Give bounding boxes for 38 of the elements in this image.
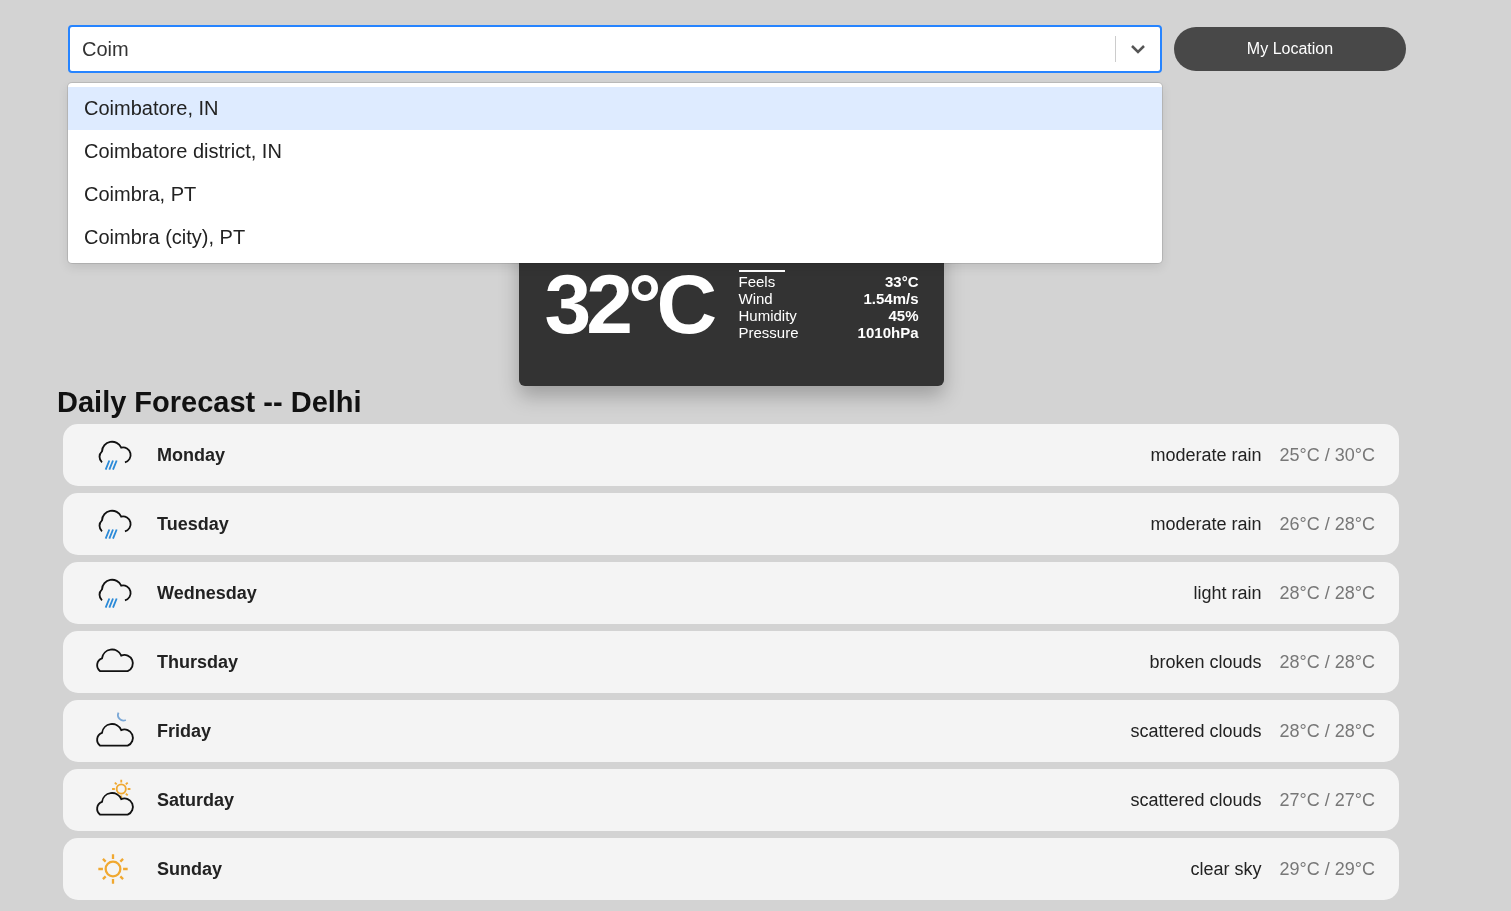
suggestion-option[interactable]: Coimbra (city), PT <box>68 216 1162 259</box>
my-location-button[interactable]: My Location <box>1174 27 1406 71</box>
suggestion-option[interactable]: Coimbatore, IN <box>68 87 1162 130</box>
forecast-description: broken clouds <box>1149 651 1262 673</box>
detail-value: 1.54m/s <box>863 290 919 307</box>
detail-value: 45% <box>888 307 919 324</box>
forecast-day: Friday <box>157 720 212 742</box>
forecast-temperatures: 28°C / 28°C <box>1279 720 1375 742</box>
forecast-temperatures: 26°C / 28°C <box>1279 513 1375 535</box>
forecast-title: Daily Forecast -- Delhi <box>57 386 363 420</box>
detail-value: 1010hPa <box>857 324 919 341</box>
suggestion-option[interactable]: Coimbra, PT <box>68 173 1162 216</box>
detail-label: Feels <box>738 273 776 290</box>
forecast-day: Saturday <box>157 789 235 811</box>
forecast-description: light rain <box>1193 582 1262 604</box>
suggestion-option[interactable]: Coimbatore district, IN <box>68 130 1162 173</box>
detail-label: Pressure <box>738 324 799 341</box>
detail-label: Wind <box>738 290 773 307</box>
forecast-description: scattered clouds <box>1130 720 1262 742</box>
forecast-temperatures: 29°C / 29°C <box>1279 858 1375 880</box>
forecast-description: moderate rain <box>1150 513 1262 535</box>
detail-label: Humidity <box>738 307 797 324</box>
detail-value: 33°C <box>885 273 919 290</box>
forecast-description: scattered clouds <box>1130 789 1262 811</box>
forecast-temperatures: 28°C / 28°C <box>1279 651 1375 673</box>
forecast-day: Thursday <box>157 651 239 673</box>
forecast-day: Sunday <box>157 858 222 880</box>
forecast-description: clear sky <box>1190 858 1262 880</box>
forecast-temperatures: 28°C / 28°C <box>1279 582 1375 604</box>
forecast-day: Wednesday <box>157 582 257 604</box>
forecast-temperatures: 25°C / 30°C <box>1279 444 1375 466</box>
forecast-day: Monday <box>157 444 225 466</box>
forecast-day: Tuesday <box>157 513 229 535</box>
current-temperature: 32°C <box>544 262 714 353</box>
chevron-down-icon[interactable] <box>1130 44 1146 54</box>
city-search-field[interactable]: Coim <box>68 25 1162 73</box>
forecast-description: moderate rain <box>1150 444 1262 466</box>
forecast-temperatures: 27°C / 27°C <box>1279 789 1375 811</box>
